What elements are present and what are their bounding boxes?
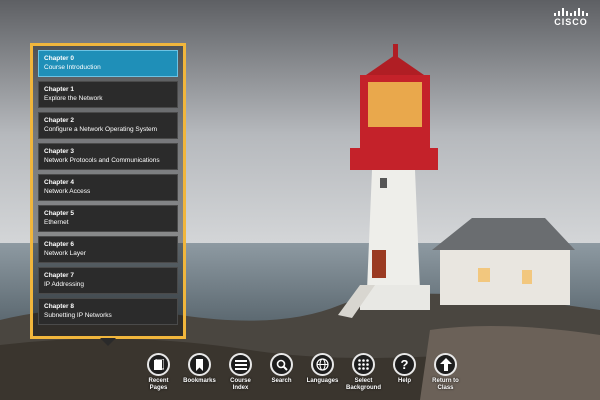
chapter-item-0[interactable]: Chapter 0 Course Introduction [38,50,178,77]
toolbar-item-globe[interactable]: Languages [302,353,343,400]
toolbar-label: Recent Pages [148,378,169,391]
chapter-item-2[interactable]: Chapter 2 Configure a Network Operating S… [38,112,178,139]
chapter-number: Chapter 6 [44,241,74,248]
list-icon[interactable] [229,353,252,376]
toolbar-label: Help [397,378,411,384]
toolbar-label: Bookmarks [183,378,216,384]
toolbar-label: Return to Class [432,378,459,391]
chapter-item-3[interactable]: Chapter 3 Network Protocols and Communica… [38,143,178,170]
toolbar-item-arrow-up[interactable]: Return to Class [425,353,466,400]
chapter-number: Chapter 0 [44,55,74,62]
chapter-item-6[interactable]: Chapter 6 Network Layer [38,236,178,263]
chapter-item-1[interactable]: Chapter 1 Explore the Network [38,81,178,108]
chapter-number: Chapter 8 [44,303,74,310]
toolbar-item-document[interactable]: Recent Pages [138,353,179,400]
chapter-number: Chapter 1 [44,86,74,93]
grid-icon[interactable] [352,353,375,376]
chapter-number: Chapter 5 [44,210,74,217]
cisco-bars-icon [554,8,588,16]
toolbar-item-grid[interactable]: Select Background [343,353,384,400]
toolbar-label: Search [271,378,292,384]
chapter-item-4[interactable]: Chapter 4 Network Access [38,174,178,201]
chapter-list: Chapter 0 Course Introduction Chapter 1 Exp… [33,46,183,325]
help-icon[interactable]: ? [393,353,416,376]
chapter-title: Configure a Network Operating System [44,126,158,133]
toolbar-label: Select Background [345,378,381,391]
arrow-up-icon[interactable] [434,353,457,376]
chapter-title: Ethernet [44,219,69,226]
chapter-title: Subnetting IP Networks [44,312,112,319]
toolbar-item-list[interactable]: Course Index [220,353,261,400]
toolbar-item-search[interactable]: Search [261,353,302,400]
chapter-title: Network Protocols and Communications [44,157,160,164]
chapter-title: Course Introduction [44,64,101,71]
chapter-menu: Chapter 0 Course Introduction Chapter 1 Exp… [30,43,186,339]
globe-icon[interactable] [311,353,334,376]
chapter-title: Explore the Network [44,95,103,102]
search-icon[interactable] [270,353,293,376]
chapter-number: Chapter 7 [44,272,74,279]
chapter-item-7[interactable]: Chapter 7 IP Addressing [38,267,178,294]
chapter-title: Network Access [44,188,91,195]
chapter-title: Network Layer [44,250,86,257]
chapter-title: IP Addressing [44,281,84,288]
toolbar-item-bookmark[interactable]: Bookmarks [179,353,220,400]
chapter-number: Chapter 4 [44,179,74,186]
cisco-wordmark: CISCO [554,17,588,27]
toolbar-item-help[interactable]: ? Help [384,353,425,400]
document-icon[interactable] [147,353,170,376]
toolbar-label: Languages [306,378,339,384]
cisco-logo: CISCO [554,8,588,27]
menu-pointer [100,338,116,346]
chapter-item-8[interactable]: Chapter 8 Subnetting IP Networks [38,298,178,325]
chapter-item-5[interactable]: Chapter 5 Ethernet [38,205,178,232]
toolbar: Recent Pages Bookmarks Course Index Search L… [138,353,466,400]
chapter-number: Chapter 3 [44,148,74,155]
toolbar-label: Course Index [230,378,251,391]
bookmark-icon[interactable] [188,353,211,376]
chapter-number: Chapter 2 [44,117,74,124]
